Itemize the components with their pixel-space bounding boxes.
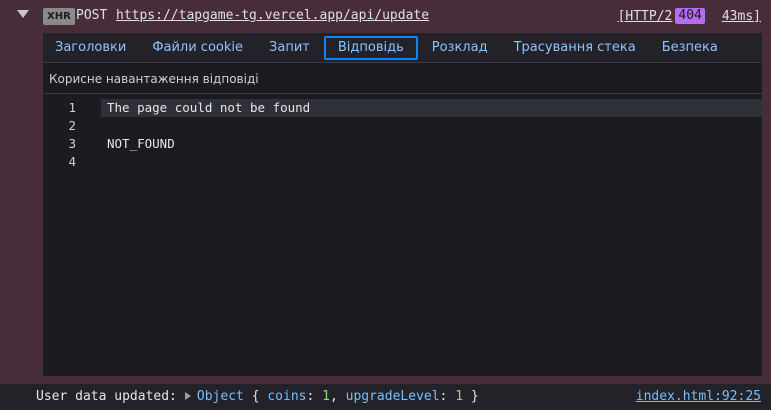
response-code-view[interactable]: 1 The page could not be found 2 3 NOT_FO…: [43, 99, 762, 171]
tab-timings[interactable]: Розклад: [420, 36, 500, 60]
object-value-upgrade-level: 1: [455, 389, 464, 404]
console-message: User data updated: Object { coins: 1, upg…: [36, 389, 479, 404]
object-label[interactable]: Object: [197, 389, 244, 404]
network-request-row[interactable]: XHR POST https://tapgame-tg.vercel.app/a…: [0, 0, 771, 33]
tab-response[interactable]: Відповідь: [323, 35, 418, 60]
status-code-badge: 404: [675, 8, 705, 24]
response-payload-header[interactable]: Корисне навантаження відповіді: [43, 64, 762, 94]
object-close-brace: }: [470, 389, 479, 404]
object-value-coins: 1: [322, 389, 330, 404]
code-line: 1 The page could not be found: [43, 99, 762, 117]
line-number: 2: [68, 118, 76, 133]
request-url-link[interactable]: https://tapgame-tg.vercel.app/api/update: [116, 8, 429, 23]
line-number: 1: [68, 100, 76, 115]
code-line: 3 NOT_FOUND: [43, 135, 762, 153]
line-text: [101, 153, 762, 171]
expand-object-icon[interactable]: [184, 391, 191, 400]
line-number: 3: [68, 136, 76, 151]
tab-headers[interactable]: Заголовки: [43, 36, 138, 60]
request-method: POST: [76, 8, 108, 23]
line-text: [101, 117, 762, 135]
object-key-upgrade-level: upgradeLevel: [345, 389, 440, 404]
line-number: 4: [68, 154, 76, 169]
details-tab-bar: Заголовки Файли cookie Запит Відповідь Р…: [43, 33, 762, 63]
line-text: NOT_FOUND: [107, 136, 175, 151]
line-text: The page could not be found: [101, 99, 762, 117]
xhr-badge: XHR: [43, 8, 75, 25]
tab-stack-trace[interactable]: Трасування стека: [502, 36, 648, 60]
console-log-row: User data updated: Object { coins: 1, upg…: [0, 384, 771, 410]
tab-cookies[interactable]: Файли cookie: [140, 36, 255, 60]
code-line: 2: [43, 117, 762, 135]
console-message-prefix: User data updated:: [36, 389, 177, 404]
collapse-triangle-icon[interactable]: [17, 10, 29, 18]
tab-security[interactable]: Безпека: [650, 36, 730, 60]
duration-label: 43ms]: [721, 8, 761, 24]
code-line: 4: [43, 153, 762, 171]
object-key-coins: coins: [267, 389, 307, 404]
protocol-label: [HTTP/2: [617, 8, 673, 24]
object-open-brace: {: [251, 389, 260, 404]
tab-request[interactable]: Запит: [257, 36, 322, 60]
request-details-panel: Заголовки Файли cookie Запит Відповідь Р…: [43, 33, 762, 376]
source-location-link[interactable]: index.html:92:25: [636, 389, 761, 404]
request-status: [HTTP/2 404 43ms]: [618, 8, 761, 24]
